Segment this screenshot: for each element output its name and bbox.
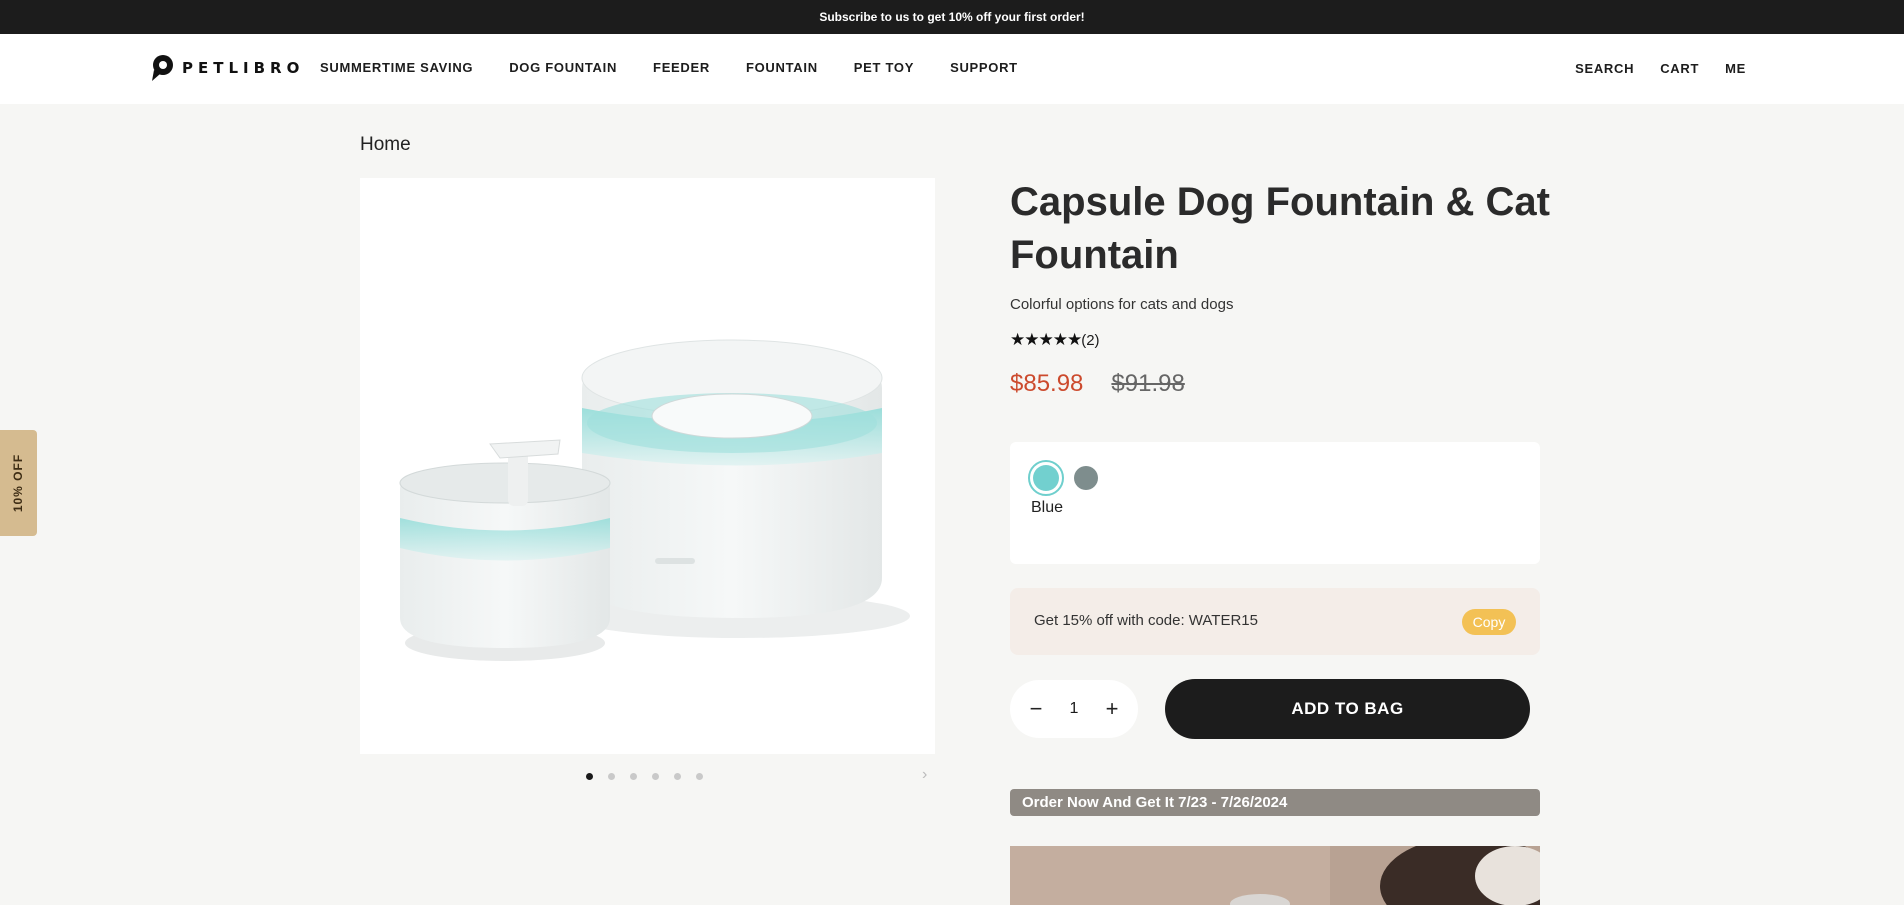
- rating-count: (2): [1081, 331, 1100, 349]
- variant-selector: Blue: [1010, 442, 1540, 564]
- logo[interactable]: PETLIBRO: [150, 54, 304, 82]
- coupon-box: Get 15% off with code: WATER15 Copy: [1010, 588, 1540, 655]
- delivery-estimate-banner: Order Now And Get It 7/23 - 7/26/2024: [1010, 789, 1540, 816]
- sale-price: $85.98: [1010, 370, 1084, 397]
- nav-support[interactable]: SUPPORT: [950, 60, 1018, 75]
- promo-bar: Subscribe to us to get 10% off your firs…: [0, 0, 1904, 34]
- swatch-blue[interactable]: [1028, 460, 1064, 496]
- gallery-dot[interactable]: [696, 773, 703, 780]
- decrease-quantity-button[interactable]: −: [1026, 696, 1046, 722]
- discount-side-tab-label: 10% OFF: [11, 453, 26, 513]
- product-subtitle: Colorful options for cats and dogs: [1010, 296, 1234, 313]
- coupon-text: Get 15% off with code: WATER15: [1034, 612, 1258, 629]
- gallery-dot[interactable]: [608, 773, 615, 780]
- rating-stars-icon: ★★★★★: [1010, 330, 1082, 349]
- add-to-bag-button[interactable]: ADD TO BAG: [1165, 679, 1530, 739]
- swatch-gray[interactable]: [1074, 466, 1098, 490]
- original-price: $91.98: [1111, 370, 1185, 397]
- promo-photo: [1010, 846, 1540, 905]
- promo-bar-text: Subscribe to us to get 10% off your firs…: [819, 10, 1085, 24]
- logo-text: PETLIBRO: [182, 59, 305, 77]
- color-swatches: [1028, 460, 1098, 496]
- gallery-pagination: [586, 773, 703, 780]
- petlibro-logo-icon: [152, 55, 173, 81]
- nav-fountain[interactable]: FOUNTAIN: [746, 60, 818, 75]
- price-block: $85.98 $91.98: [1010, 370, 1185, 398]
- product-image: [399, 339, 910, 661]
- chevron-right-icon[interactable]: ›: [922, 766, 927, 784]
- product-title: Capsule Dog Fountain & Cat Fountain: [1010, 180, 1550, 277]
- product-gallery[interactable]: [360, 178, 935, 754]
- quantity-stepper: − 1 +: [1010, 680, 1138, 738]
- main-nav: SUMMERTIME SAVING DOG FOUNTAIN FEEDER FO…: [320, 60, 1018, 75]
- nav-pet-toy[interactable]: PET TOY: [854, 60, 914, 75]
- search-link[interactable]: SEARCH: [1575, 61, 1634, 76]
- product-rating[interactable]: ★★★★★ (2): [1010, 330, 1100, 350]
- discount-side-tab[interactable]: 10% OFF: [0, 430, 37, 536]
- copy-code-button[interactable]: Copy: [1462, 609, 1516, 635]
- cart-link[interactable]: CART: [1660, 61, 1699, 76]
- nav-dog-fountain[interactable]: DOG FOUNTAIN: [509, 60, 617, 75]
- gallery-dot[interactable]: [630, 773, 637, 780]
- selected-variant-name: Blue: [1031, 499, 1064, 516]
- gallery-dot[interactable]: [674, 773, 681, 780]
- breadcrumb-home[interactable]: Home: [360, 134, 411, 155]
- utility-nav: SEARCH CART ME: [1575, 61, 1746, 76]
- gallery-dot[interactable]: [586, 773, 593, 780]
- gallery-dot[interactable]: [652, 773, 659, 780]
- account-link[interactable]: ME: [1725, 61, 1746, 76]
- nav-feeder[interactable]: FEEDER: [653, 60, 710, 75]
- quantity-value[interactable]: 1: [1070, 700, 1079, 718]
- increase-quantity-button[interactable]: +: [1102, 696, 1122, 722]
- site-header: PETLIBRO SUMMERTIME SAVING DOG FOUNTAIN …: [0, 34, 1904, 104]
- breadcrumb[interactable]: Home: [360, 134, 411, 156]
- lifestyle-image: [1010, 846, 1540, 905]
- nav-summertime-saving[interactable]: SUMMERTIME SAVING: [320, 60, 473, 75]
